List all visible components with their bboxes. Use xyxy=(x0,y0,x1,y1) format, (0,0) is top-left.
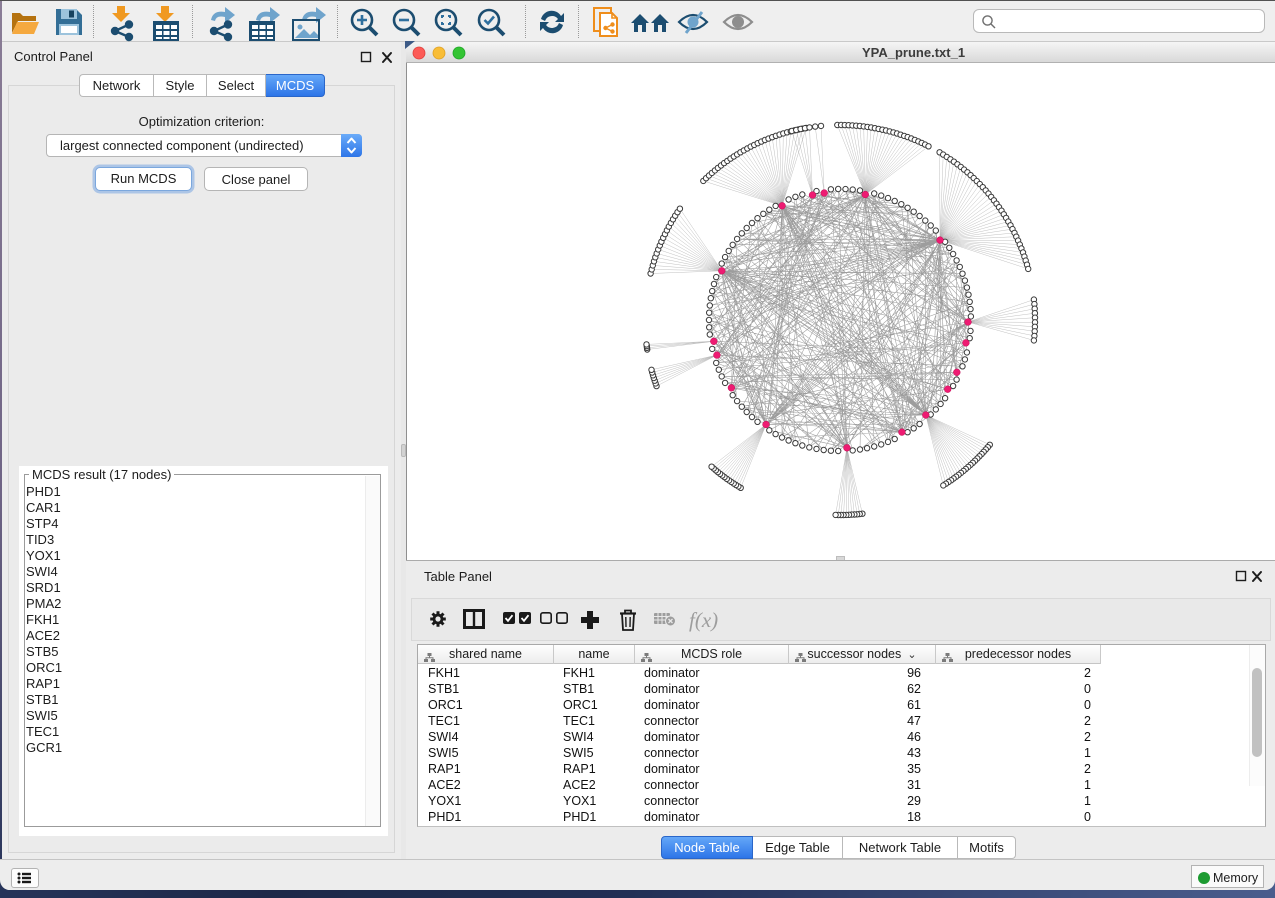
svg-text:f(x): f(x) xyxy=(689,608,718,632)
